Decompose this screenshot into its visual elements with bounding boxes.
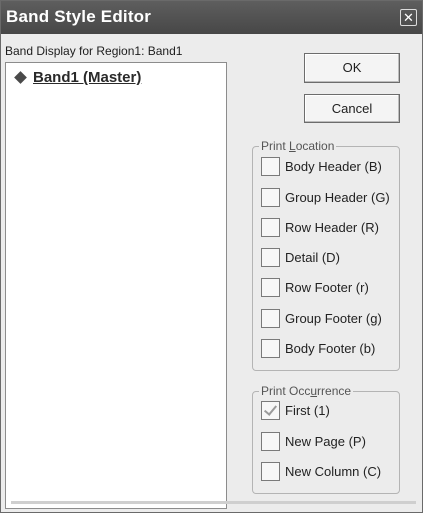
checkbox-box[interactable] <box>261 462 280 481</box>
checkbox-detail[interactable]: Detail (D) <box>261 248 340 267</box>
cancel-button[interactable]: Cancel <box>304 94 400 123</box>
horizontal-scrollbar[interactable] <box>11 501 416 504</box>
close-button[interactable]: ✕ <box>400 9 417 26</box>
checkbox-new-page[interactable]: New Page (P) <box>261 432 366 451</box>
ok-button[interactable]: OK <box>304 53 400 83</box>
checkbox-first[interactable]: First (1) <box>261 401 330 420</box>
window-title: Band Style Editor <box>6 7 152 26</box>
diamond-icon <box>14 71 27 84</box>
title-bar[interactable]: Band Style Editor ✕ <box>1 1 422 34</box>
checkbox-group-header[interactable]: Group Header (G) <box>261 188 390 207</box>
tree-item-label: Band1 (Master) <box>33 69 142 86</box>
band-display-label: Band Display for Region1: Band1 <box>5 44 183 58</box>
checkbox-row-footer[interactable]: Row Footer (r) <box>261 278 369 297</box>
checkbox-box[interactable] <box>261 218 280 237</box>
checkbox-group-footer[interactable]: Group Footer (g) <box>261 309 382 328</box>
print-occurrence-legend: Print Occurrence <box>259 384 354 398</box>
checkbox-box[interactable] <box>261 309 280 328</box>
print-location-group: Print Location Body Header (B) Group Hea… <box>252 139 400 371</box>
checkbox-box[interactable] <box>261 157 280 176</box>
band-style-editor-dialog: Band Style Editor ✕ Band Display for Reg… <box>0 0 423 513</box>
tree-item-band1[interactable]: Band1 (Master) <box>14 69 141 86</box>
print-occurrence-group: Print Occurrence First (1) New Page (P) … <box>252 384 400 494</box>
band-display-panel: Band Display for Region1: Band1 Band1 (M… <box>3 36 233 512</box>
checkbox-box[interactable] <box>261 339 280 358</box>
checkbox-body-header[interactable]: Body Header (B) <box>261 157 382 176</box>
checkbox-row-header[interactable]: Row Header (R) <box>261 218 379 237</box>
checkbox-box[interactable] <box>261 188 280 207</box>
checkbox-new-column[interactable]: New Column (C) <box>261 462 381 481</box>
checkbox-box[interactable] <box>261 432 280 451</box>
checkbox-box[interactable] <box>261 248 280 267</box>
checkbox-box[interactable] <box>261 278 280 297</box>
band-tree[interactable]: Band1 (Master) <box>5 62 227 509</box>
checkmark-icon <box>263 402 278 416</box>
print-location-legend: Print Location <box>259 139 337 153</box>
checkbox-box[interactable] <box>261 401 280 420</box>
checkbox-body-footer[interactable]: Body Footer (b) <box>261 339 375 358</box>
